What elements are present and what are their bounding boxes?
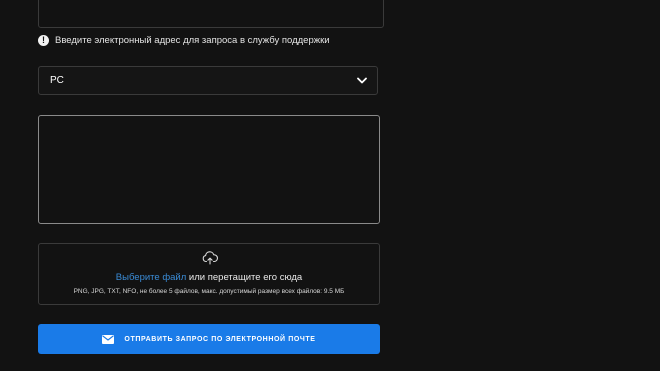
choose-file-link[interactable]: Выберите файл bbox=[116, 272, 187, 283]
chevron-down-icon bbox=[356, 75, 368, 87]
dropzone-requirements: PNG, JPG, TXT, NFO, не более 5 файлов, м… bbox=[73, 288, 345, 295]
cloud-upload-icon bbox=[202, 251, 218, 265]
platform-select[interactable]: PC bbox=[38, 66, 378, 95]
message-textarea[interactable] bbox=[38, 115, 380, 224]
file-dropzone[interactable]: Выберите файл или перетащите его сюда PN… bbox=[38, 243, 380, 305]
support-request-form: ! Введите электронный адрес для запроса … bbox=[0, 0, 660, 371]
info-icon: ! bbox=[38, 34, 49, 46]
email-hint-text: Введите электронный адрес для запроса в … bbox=[55, 34, 330, 46]
submit-button-label: ОТПРАВИТЬ ЗАПРОС ПО ЭЛЕКТРОННОЙ ПОЧТЕ bbox=[124, 335, 316, 343]
dropzone-drop-text: или перетащите его сюда bbox=[186, 272, 303, 283]
email-field[interactable] bbox=[38, 0, 384, 28]
mail-icon bbox=[102, 334, 115, 344]
submit-email-request-button[interactable]: ОТПРАВИТЬ ЗАПРОС ПО ЭЛЕКТРОННОЙ ПОЧТЕ bbox=[38, 324, 380, 354]
email-hint: ! Введите электронный адрес для запроса … bbox=[38, 33, 330, 47]
dropzone-instructions: Выберите файл или перетащите его сюда bbox=[39, 272, 379, 283]
platform-select-value: PC bbox=[50, 75, 64, 86]
